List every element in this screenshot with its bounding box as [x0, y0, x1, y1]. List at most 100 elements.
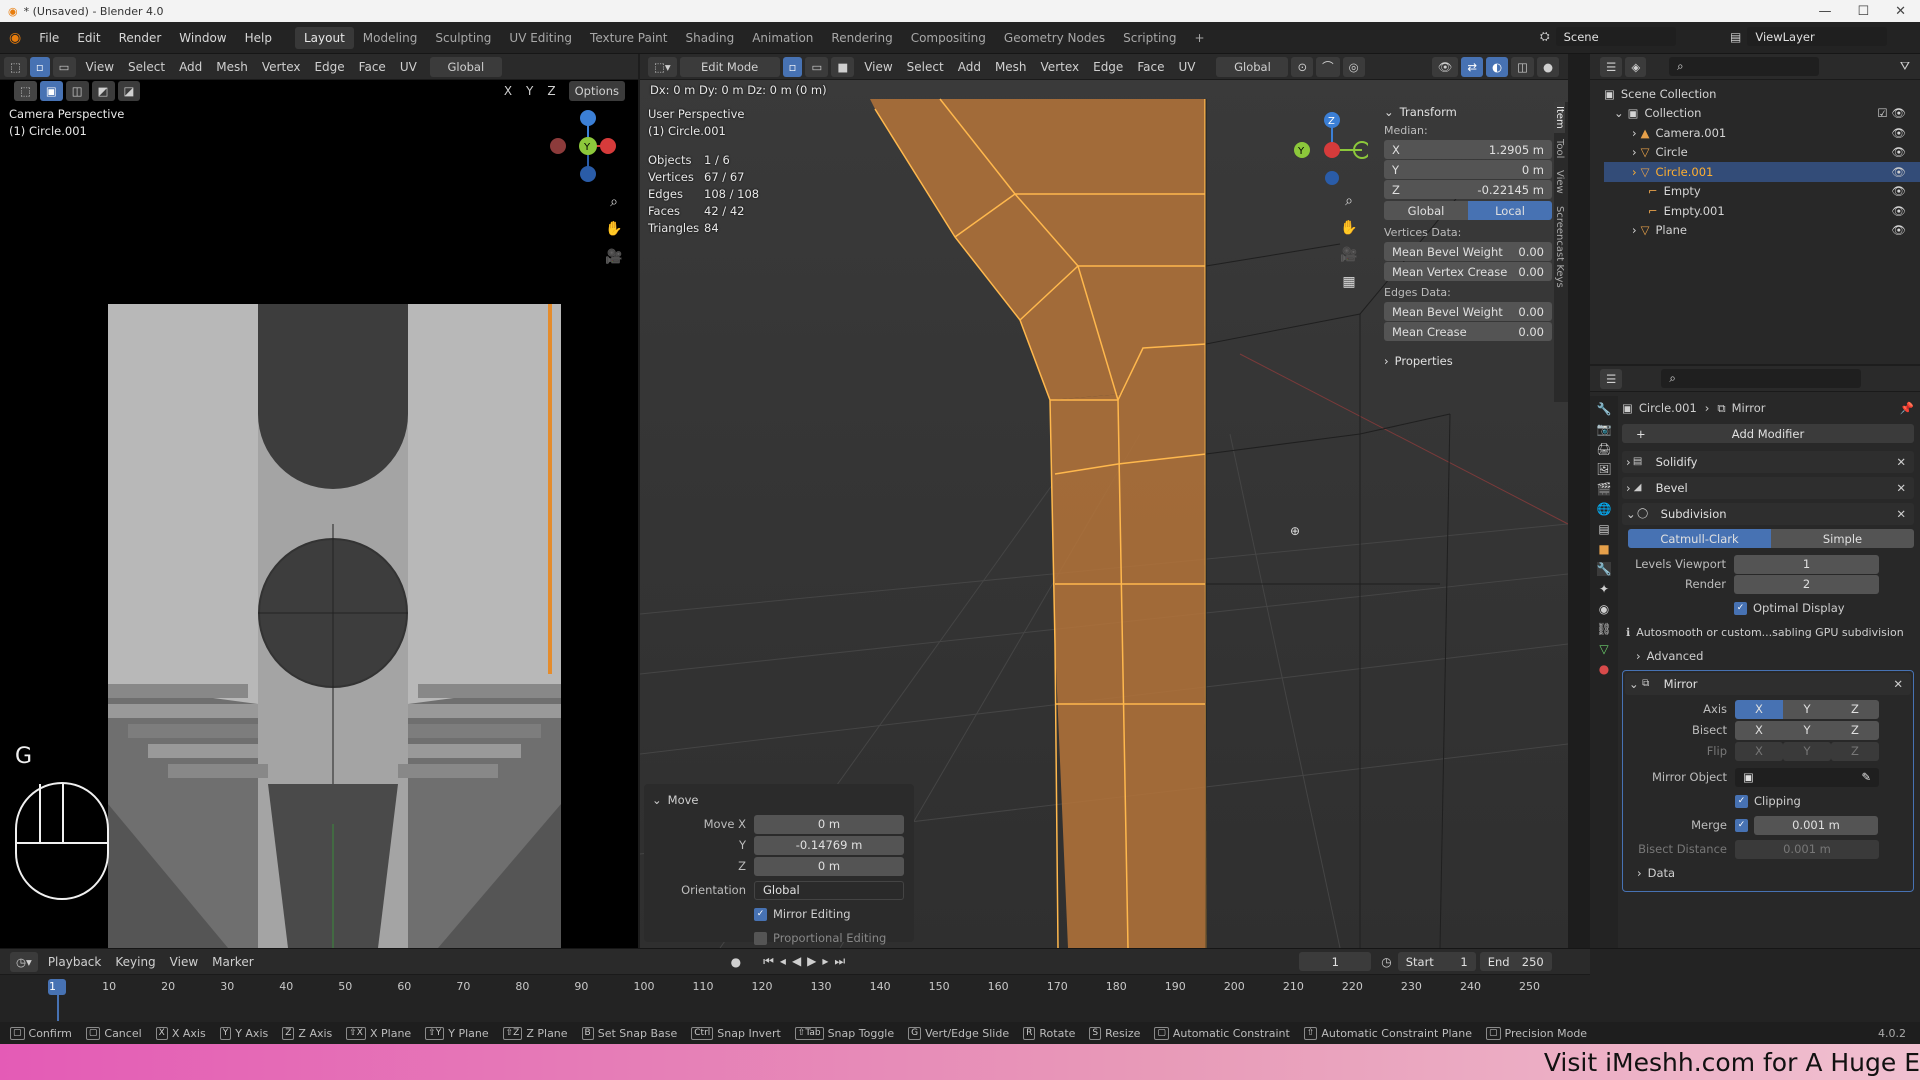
eye-icon[interactable]: 👁	[1891, 223, 1906, 237]
axis-x-toggle[interactable]: X	[1735, 699, 1783, 719]
properties-search-input[interactable]: ⌕	[1661, 369, 1862, 388]
median-x-field[interactable]: X 1.2905 m	[1384, 140, 1552, 159]
move-x-field[interactable]: 0 m	[754, 814, 904, 834]
tab-modeling[interactable]: Modeling	[354, 27, 427, 49]
close-icon[interactable]: ✕	[1896, 481, 1914, 495]
blender-menu-icon[interactable]: ◉	[0, 30, 30, 46]
select-extend-icon[interactable]: ◫	[65, 81, 89, 101]
modifier-name[interactable]: Bevel	[1647, 478, 1748, 498]
eyedropper-icon[interactable]: ✎	[1861, 770, 1871, 784]
move-panel-header[interactable]: ⌄ Move	[652, 790, 906, 810]
merge-distance-field[interactable]: 0.001 m	[1754, 815, 1878, 835]
outliner-editor-icon[interactable]: ☰	[1600, 56, 1623, 77]
main-menu-mesh[interactable]: Mesh	[988, 60, 1034, 74]
left-menu-vertex[interactable]: Vertex	[255, 60, 308, 74]
outliner-item-empty-001[interactable]: ⌐ Empty.001 👁	[1604, 201, 1920, 221]
data-subpanel[interactable]: › Data	[1623, 863, 1913, 883]
main-zoom-icon[interactable]: ⌕	[1338, 190, 1360, 212]
output-tab-icon[interactable]: 🖨	[1596, 442, 1611, 456]
physics-tab-icon[interactable]: ◉	[1599, 602, 1609, 616]
minimize-icon[interactable]: —	[1818, 4, 1831, 19]
view-layer-selector[interactable]: ▤ ViewLayer	[1730, 27, 1888, 46]
menu-edit[interactable]: Edit	[68, 31, 109, 45]
left-menu-edge[interactable]: Edge	[307, 60, 351, 74]
orientation-dropdown[interactable]: Global	[754, 880, 904, 900]
main-pan-hand-icon[interactable]: ✋	[1338, 217, 1360, 239]
levels-viewport-field[interactable]: 1	[1734, 554, 1879, 574]
main-editor-type-button[interactable]: ⬚▾	[648, 56, 677, 77]
select-invert-icon[interactable]: ◪	[117, 81, 141, 101]
left-menu-mesh[interactable]: Mesh	[209, 60, 255, 74]
eye-icon[interactable]: 👁	[1891, 204, 1906, 218]
modifier-name[interactable]: Mirror	[1655, 674, 1756, 694]
maximize-icon[interactable]: ☐	[1857, 4, 1869, 19]
properties-editor-icon[interactable]: ☰	[1600, 368, 1623, 389]
local-toggle[interactable]: Local	[1468, 201, 1552, 220]
clipping-checkbox[interactable]: ✓	[1735, 794, 1748, 808]
outliner-item-plane[interactable]: › ▽ Plane 👁	[1604, 221, 1920, 241]
left-menu-uv[interactable]: UV	[393, 60, 424, 74]
outliner-item-empty[interactable]: ⌐ Empty 👁	[1604, 182, 1920, 202]
flip-y-toggle[interactable]: Y	[1783, 741, 1831, 761]
left-menu-face[interactable]: Face	[352, 60, 393, 74]
main-viewport[interactable]: ⬚▾ Edit Mode ▫ ▭ ■ View Select Add Mesh …	[640, 54, 1568, 948]
gizmo-toggle-icon[interactable]: ⇄	[1461, 56, 1484, 77]
axis-y-toggle[interactable]: Y	[519, 84, 540, 98]
playback-menu[interactable]: Playback	[41, 955, 109, 969]
scene-tab-icon[interactable]: 🎬	[1597, 482, 1612, 496]
tab-tool[interactable]: Tool	[1554, 133, 1565, 164]
edge-bevel-weight-field[interactable]: Mean Bevel Weight 0.00	[1384, 302, 1552, 321]
move-y-field[interactable]: -0.14769 m	[754, 835, 904, 855]
menu-help[interactable]: Help	[236, 31, 281, 45]
properties-subpanel[interactable]: › Properties	[1384, 351, 1552, 371]
tab-layout[interactable]: Layout	[294, 26, 354, 49]
scene-field[interactable]: Scene	[1555, 27, 1676, 46]
add-workspace-button[interactable]: +	[1186, 27, 1214, 49]
tab-rendering[interactable]: Rendering	[822, 27, 901, 49]
advanced-subpanel[interactable]: › Advanced	[1622, 646, 1914, 666]
edge-select-icon[interactable]: ▭	[805, 56, 829, 77]
eye-icon[interactable]: 👁	[1891, 165, 1906, 179]
pin-icon[interactable]: 📌	[1900, 401, 1914, 415]
tab-texture-paint[interactable]: Texture Paint	[581, 27, 676, 49]
menu-file[interactable]: File	[30, 31, 68, 45]
close-icon[interactable]: ✕	[1896, 455, 1914, 469]
collection-tab-icon[interactable]: ▤	[1598, 522, 1609, 536]
current-frame-field[interactable]: 1	[1299, 952, 1372, 971]
outliner-item-circle-001[interactable]: › ▽ Circle.001 👁	[1604, 162, 1920, 182]
data-tab-icon[interactable]: ▽	[1599, 642, 1608, 656]
left-viewport[interactable]: ⬚ ▫ ▭ View Select Add Mesh Vertex Edge F…	[0, 54, 638, 948]
editor-type-button[interactable]: ⬚	[4, 56, 27, 77]
material-tab-icon[interactable]: ●	[1599, 662, 1609, 676]
view-layer-field[interactable]: ViewLayer	[1747, 27, 1888, 46]
flip-x-toggle[interactable]: X	[1735, 741, 1783, 761]
transform-panel-header[interactable]: ⌄ Transform	[1384, 102, 1552, 122]
simple-toggle[interactable]: Simple	[1771, 529, 1914, 548]
select-new-icon[interactable]: ▣	[39, 81, 63, 101]
mirror-editing-checkbox[interactable]: ✓	[754, 907, 767, 921]
xray-icon[interactable]: ◫	[1511, 56, 1534, 77]
render-levels-field[interactable]: 2	[1734, 574, 1879, 594]
menu-render[interactable]: Render	[110, 31, 171, 45]
left-menu-view[interactable]: View	[79, 60, 121, 74]
axis-y-toggle[interactable]: Y	[1783, 699, 1831, 719]
mode-dropdown[interactable]: Edit Mode	[679, 56, 780, 77]
tab-uv-editing[interactable]: UV Editing	[500, 27, 581, 49]
mean-crease-field[interactable]: Mean Crease 0.00	[1384, 322, 1552, 341]
main-nav-gizmo[interactable]: Z Y	[1288, 106, 1371, 186]
filter-icon[interactable]: ⛛	[1900, 59, 1920, 74]
axis-z-toggle[interactable]: Z	[540, 84, 562, 98]
outliner-item-camera[interactable]: › ▲ Camera.001 👁	[1604, 123, 1920, 143]
object-tab-icon[interactable]: ■	[1598, 542, 1609, 556]
left-menu-select[interactable]: Select	[121, 60, 172, 74]
eye-icon[interactable]: ☑ 👁	[1877, 106, 1906, 120]
outliner-search-input[interactable]: ⌕	[1669, 57, 1820, 76]
particles-tab-icon[interactable]: ✦	[1599, 582, 1609, 596]
tab-screencast-keys[interactable]: Screencast Keys	[1554, 200, 1565, 294]
eye-icon[interactable]: 👁	[1891, 126, 1906, 140]
tab-animation[interactable]: Animation	[743, 27, 822, 49]
pivot-icon[interactable]: ⊙	[1291, 56, 1314, 77]
menu-window[interactable]: Window	[170, 31, 235, 45]
bisect-z-toggle[interactable]: Z	[1831, 720, 1879, 740]
select-subtract-icon[interactable]: ◩	[91, 81, 115, 101]
